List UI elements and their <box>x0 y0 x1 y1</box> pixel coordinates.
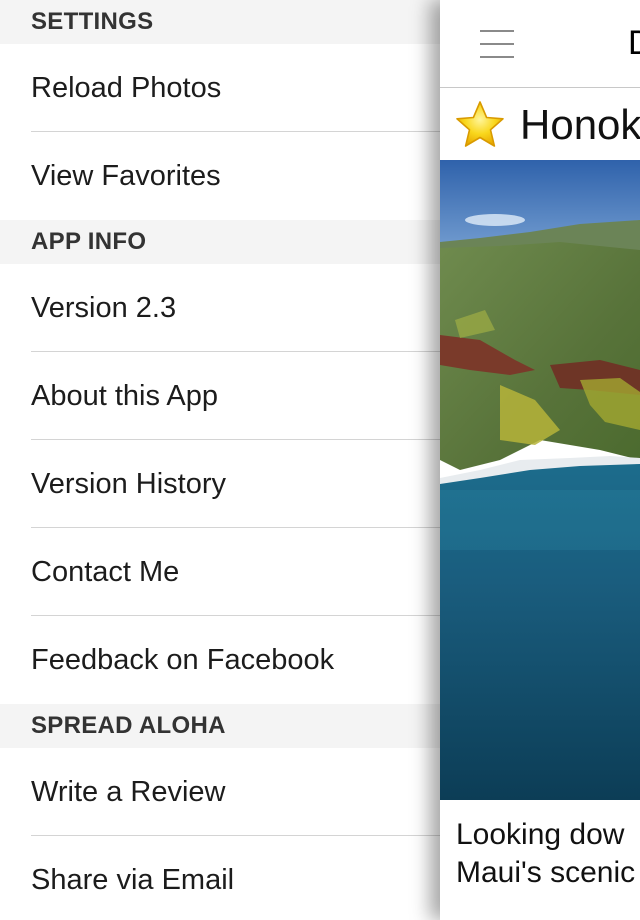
navigation-bar: D <box>440 0 640 88</box>
section-header-app-info: APP INFO <box>0 220 440 264</box>
menu-item-about-app[interactable]: About this App <box>0 352 440 440</box>
photo-title-row: Honok <box>440 88 640 160</box>
menu-item-version[interactable]: Version 2.3 <box>0 264 440 352</box>
photo-caption: Looking dow Maui's scenic <box>456 816 635 892</box>
menu-item-share-email[interactable]: Share via Email <box>0 836 440 920</box>
menu-item-write-review[interactable]: Write a Review <box>0 748 440 836</box>
landscape-photo[interactable] <box>440 160 640 800</box>
content-panel[interactable]: D Honok <box>440 0 640 920</box>
star-icon[interactable] <box>454 100 506 150</box>
nav-title: D <box>628 24 640 63</box>
section-header-spread-aloha: SPREAD ALOHA <box>0 704 440 748</box>
menu-item-reload-photos[interactable]: Reload Photos <box>0 44 440 132</box>
menu-item-view-favorites[interactable]: View Favorites <box>0 132 440 220</box>
caption-line-2: Maui's scenic <box>456 856 636 889</box>
section-header-settings: SETTINGS <box>0 0 440 44</box>
menu-item-version-history[interactable]: Version History <box>0 440 440 528</box>
photo-title: Honok <box>520 101 640 148</box>
hamburger-menu-icon[interactable] <box>480 30 514 58</box>
caption-line-1: Looking dow <box>456 818 625 851</box>
settings-menu: SETTINGS Reload Photos View Favorites AP… <box>0 0 440 920</box>
menu-item-contact-me[interactable]: Contact Me <box>0 528 440 616</box>
menu-item-feedback-facebook[interactable]: Feedback on Facebook <box>0 616 440 704</box>
